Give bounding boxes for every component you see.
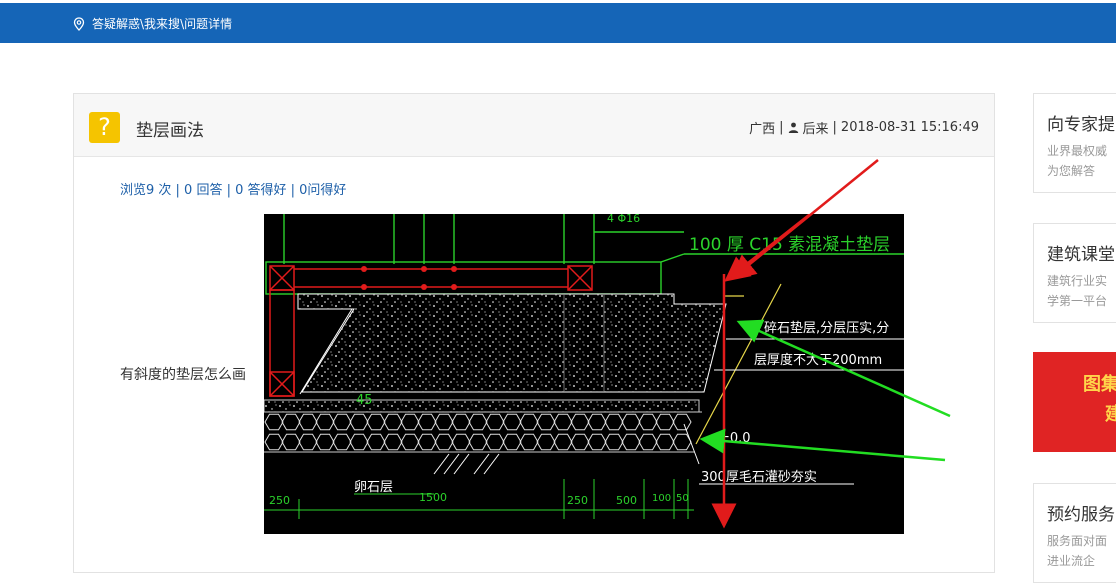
sidebar-promo-banner[interactable]: 图集 建 bbox=[1033, 352, 1116, 452]
green-arrow-lower bbox=[699, 428, 946, 462]
sidebar-card-title: 向专家提 bbox=[1047, 115, 1115, 135]
annotation-overlay bbox=[699, 159, 951, 462]
sidebar-card-expert[interactable]: 向专家提 业界最权威 为您解答 bbox=[1033, 93, 1116, 193]
promo-text: 图集 bbox=[1083, 374, 1116, 395]
sidebar-card-classroom[interactable]: 建筑课堂 建筑行业实 学第一平台 bbox=[1033, 223, 1116, 323]
promo-text: 建 bbox=[1105, 404, 1116, 425]
sidebar-card-title: 建筑课堂 bbox=[1047, 245, 1115, 265]
green-arrow-upper bbox=[736, 319, 951, 418]
sidebar-card-desc: 服务面对面 进业流企 bbox=[1047, 534, 1108, 568]
red-arrow-diagonal bbox=[730, 159, 879, 280]
sidebar-card-booking[interactable]: 预约服务 服务面对面 进业流企 bbox=[1033, 483, 1116, 583]
sidebar-card-title: 预约服务 bbox=[1047, 505, 1115, 525]
sidebar-card-desc: 业界最权威 为您解答 bbox=[1047, 144, 1108, 178]
sidebar-card-desc: 建筑行业实 学第一平台 bbox=[1047, 274, 1108, 308]
